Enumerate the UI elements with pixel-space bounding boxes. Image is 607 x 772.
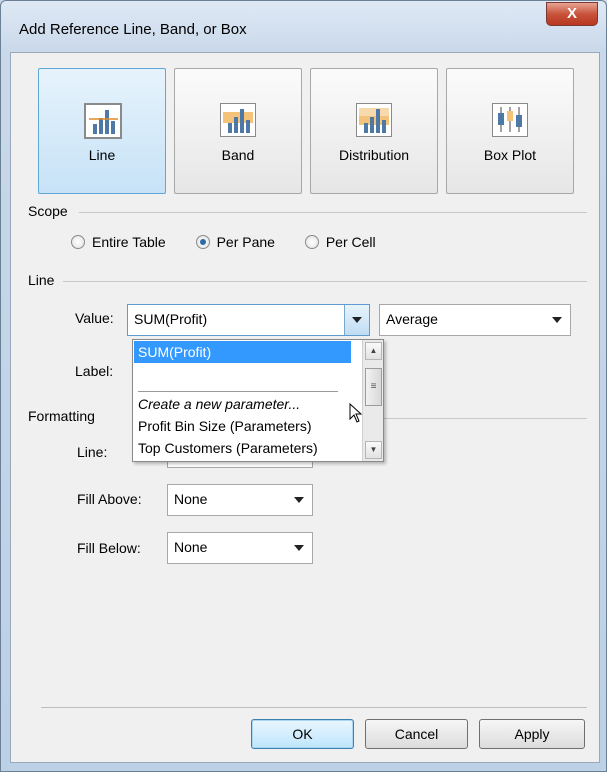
type-line-button[interactable]: Line — [38, 68, 166, 194]
dropdown-item-top-customers[interactable]: Top Customers (Parameters) — [134, 437, 351, 459]
line-style-label: Line: — [77, 444, 108, 460]
value-label: Value: — [75, 310, 114, 326]
radio-icon[interactable] — [71, 235, 85, 249]
chevron-down-icon — [294, 497, 304, 503]
value-dropdown-list: SUM(Profit) Create a new parameter... Pr… — [132, 339, 384, 462]
scroll-thumb[interactable]: ≡ — [365, 368, 382, 406]
scope-per-cell-option[interactable]: Per Cell — [304, 234, 376, 250]
fill-below-value: None — [174, 539, 208, 555]
value-dropdown-button[interactable] — [344, 305, 369, 335]
dialog-title: Add Reference Line, Band, or Box — [19, 21, 247, 38]
formatting-heading: Formatting — [28, 408, 95, 424]
scope-entire-table-label: Entire Table — [92, 234, 166, 250]
mouse-cursor-icon — [349, 403, 363, 423]
radio-icon[interactable] — [304, 235, 319, 249]
line-heading: Line — [28, 272, 55, 288]
scope-per-pane-label: Per Pane — [216, 234, 275, 250]
scroll-down-icon[interactable]: ▼ — [365, 441, 382, 459]
radio-selected-icon[interactable] — [195, 235, 210, 249]
aggregation-value: Average — [386, 311, 438, 327]
apply-button[interactable]: Apply — [479, 719, 585, 749]
dropdown-item-sum-profit[interactable]: SUM(Profit) — [134, 341, 351, 363]
type-distribution-button[interactable]: Distribution — [310, 68, 438, 194]
dropdown-item-profit-bin-size[interactable]: Profit Bin Size (Parameters) — [134, 415, 351, 437]
type-box-plot-button[interactable]: Box Plot — [446, 68, 574, 194]
scope-divider — [79, 212, 587, 213]
close-button[interactable]: X — [546, 2, 598, 26]
scroll-up-icon[interactable]: ▲ — [365, 342, 382, 360]
dropdown-item-create-parameter[interactable]: Create a new parameter... — [134, 393, 351, 415]
line-divider — [63, 281, 587, 282]
scope-per-cell-label: Per Cell — [325, 234, 376, 250]
dialog-window: Add Reference Line, Band, or Box X Line — [0, 0, 607, 772]
chevron-down-icon — [294, 545, 304, 551]
dropdown-separator — [138, 391, 338, 392]
fill-above-label: Fill Above: — [77, 491, 142, 507]
scope-options: Entire Table Per Pane Per Cell — [71, 234, 402, 250]
title-bar[interactable]: Add Reference Line, Band, or Box X — [1, 1, 606, 53]
type-distribution-label: Distribution — [338, 147, 410, 163]
reference-band-icon — [220, 103, 256, 137]
value-combo[interactable]: SUM(Profit) — [127, 304, 370, 336]
scope-entire-table-option[interactable]: Entire Table — [71, 234, 166, 250]
fill-above-select[interactable]: None — [167, 484, 313, 516]
value-selected-text: SUM(Profit) — [134, 311, 208, 327]
fill-below-select[interactable]: None — [167, 532, 313, 564]
cancel-button[interactable]: Cancel — [365, 719, 468, 749]
reference-type-selector: Line Band Distribution Box Plot — [38, 68, 574, 194]
type-band-button[interactable]: Band — [174, 68, 302, 194]
footer-divider — [41, 707, 587, 708]
box-plot-icon — [492, 103, 528, 137]
chevron-down-icon — [352, 317, 362, 323]
scope-heading: Scope — [28, 203, 68, 219]
chevron-down-icon — [552, 317, 562, 323]
type-box-plot-label: Box Plot — [483, 147, 537, 163]
type-band-label: Band — [221, 147, 255, 163]
aggregation-select[interactable]: Average — [379, 304, 571, 336]
ok-button[interactable]: OK — [251, 719, 354, 749]
scope-per-pane-option[interactable]: Per Pane — [195, 234, 275, 250]
dropdown-scrollbar[interactable]: ▲ ≡ ▼ — [362, 340, 383, 461]
formatting-divider — [381, 418, 587, 419]
type-line-label: Line — [88, 147, 116, 163]
reference-line-icon — [84, 103, 122, 139]
distribution-icon — [356, 103, 392, 137]
fill-below-label: Fill Below: — [77, 540, 141, 556]
label-label: Label: — [75, 363, 114, 379]
fill-above-value: None — [174, 491, 208, 507]
dialog-body: Line Band Distribution Box Plot Scope En… — [10, 52, 600, 763]
